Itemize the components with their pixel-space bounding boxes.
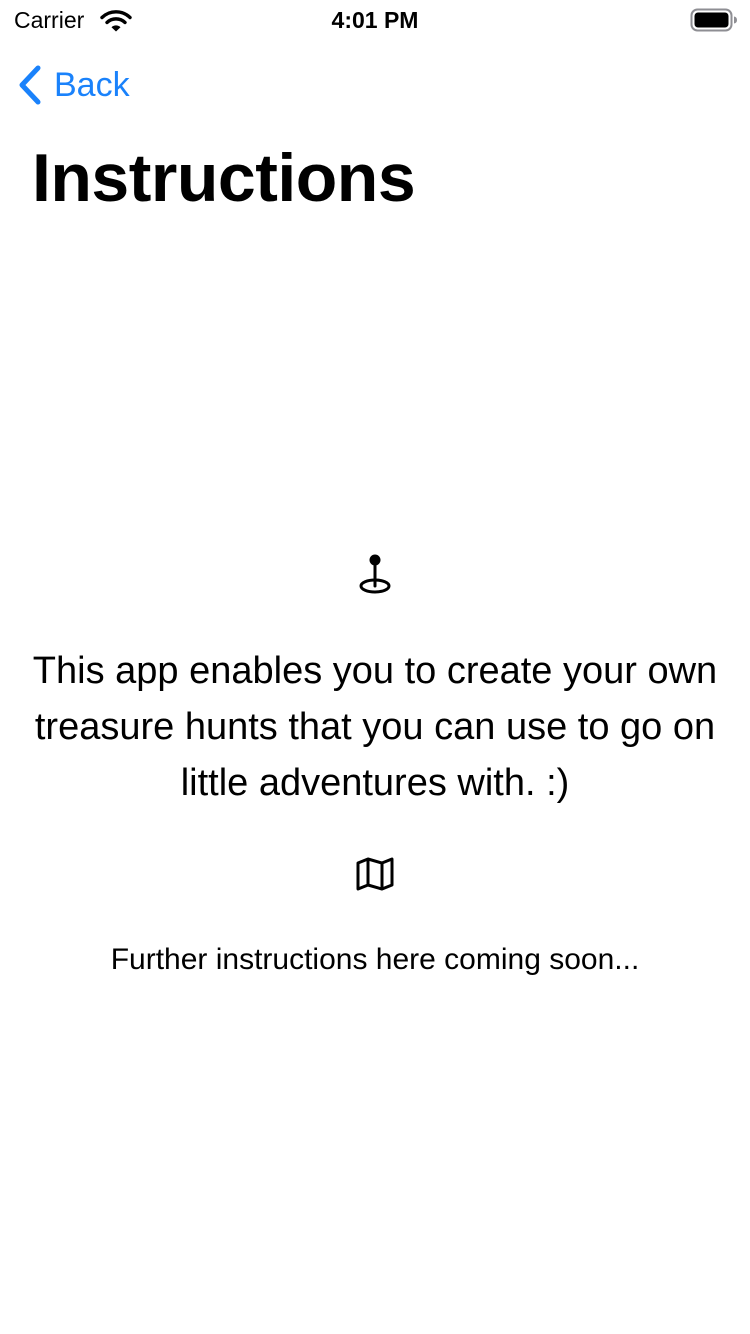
intro-text: This app enables you to create your own … bbox=[32, 650, 718, 804]
page-title: Instructions bbox=[32, 140, 416, 216]
chevron-left-icon bbox=[19, 65, 41, 105]
status-bar: Carrier 4:01 PM bbox=[0, 0, 750, 40]
status-time: 4:01 PM bbox=[331, 7, 419, 33]
battery-icon bbox=[690, 8, 737, 32]
further-instructions-text: Further instructions here coming soon... bbox=[110, 943, 640, 976]
map-icon bbox=[356, 857, 394, 891]
map-pin-icon bbox=[359, 554, 391, 594]
back-label: Back bbox=[54, 66, 130, 104]
back-button[interactable]: Back bbox=[14, 60, 130, 110]
